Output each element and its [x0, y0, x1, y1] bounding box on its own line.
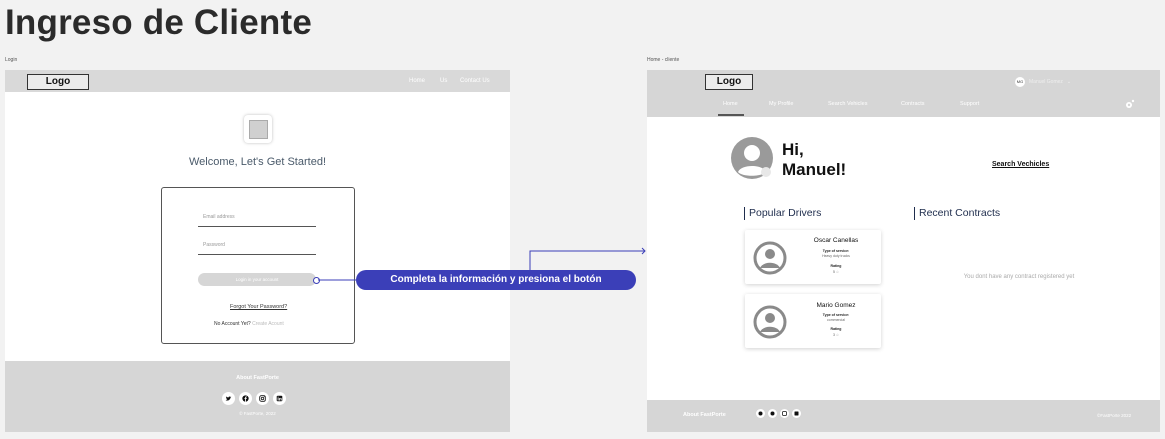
social-links — [756, 409, 801, 418]
driver-name: Mario Gomez — [816, 302, 856, 309]
user-avatar: MG — [1015, 77, 1025, 87]
search-vehicles-link[interactable]: Search Vechicles — [992, 161, 1049, 168]
tab-contracts[interactable]: Contracts — [901, 101, 925, 107]
instruction-callout: Completa la información y presiona el bo… — [356, 270, 636, 290]
user-menu[interactable]: MG Manuel Gomez ⌄ — [1015, 77, 1071, 87]
greeting-line-1: Hi, — [782, 140, 804, 159]
driver-avatar — [753, 241, 787, 275]
driver-card[interactable]: Mario Gomez Type of service: commercial … — [745, 294, 881, 348]
tab-support[interactable]: Support — [960, 101, 979, 107]
service-label: Type of service: — [822, 249, 850, 253]
user-profile-avatar — [731, 137, 773, 179]
footer-title: About FastPorte — [683, 412, 726, 418]
rating-value: 3 ☆ — [832, 333, 840, 337]
tab-my-profile[interactable]: My Profile — [769, 101, 793, 107]
home-footer: About FastPorte ©FastPorte 2022 — [647, 400, 1160, 432]
instagram-icon[interactable] — [780, 409, 789, 418]
service-label: Type of service: — [822, 313, 850, 317]
greeting: Hi, Manuel! — [782, 140, 846, 180]
home-frame: Logo MG Manuel Gomez ⌄ Home My Profile S… — [647, 70, 1160, 432]
user-name: Manuel Gomez — [1029, 79, 1063, 85]
active-tab-indicator — [718, 114, 744, 116]
popular-drivers-heading: Popular Drivers — [744, 207, 821, 220]
copyright-text: ©FastPorte 2022 — [1097, 413, 1132, 418]
recent-contracts-heading: Recent Contracts — [914, 207, 1000, 220]
rating-label: Rating — [830, 264, 842, 268]
settings-icon[interactable] — [1123, 98, 1135, 116]
home-navbar: Logo MG Manuel Gomez ⌄ Home My Profile S… — [647, 70, 1160, 117]
chevron-down-icon: ⌄ — [1066, 79, 1072, 85]
service-value: commercial — [827, 318, 845, 322]
driver-avatar — [753, 305, 787, 339]
tab-search-vehicles[interactable]: Search Vehicles — [828, 101, 867, 107]
linkedin-icon[interactable] — [792, 409, 801, 418]
facebook-icon[interactable] — [768, 409, 777, 418]
tab-home[interactable]: Home — [723, 101, 738, 107]
twitter-icon[interactable] — [756, 409, 765, 418]
rating-value: 5 ☆ — [832, 270, 840, 274]
rating-label: Rating — [830, 327, 842, 331]
service-value: Heavy duty trucks — [822, 254, 850, 258]
driver-card[interactable]: Oscar Canellas Type of service: Heavy du… — [745, 230, 881, 284]
greeting-line-2: Manuel! — [782, 160, 847, 179]
driver-name: Oscar Canellas — [813, 237, 859, 244]
logo[interactable]: Logo — [705, 74, 753, 90]
no-contracts-message: You dont have any contract registered ye… — [963, 274, 1075, 280]
